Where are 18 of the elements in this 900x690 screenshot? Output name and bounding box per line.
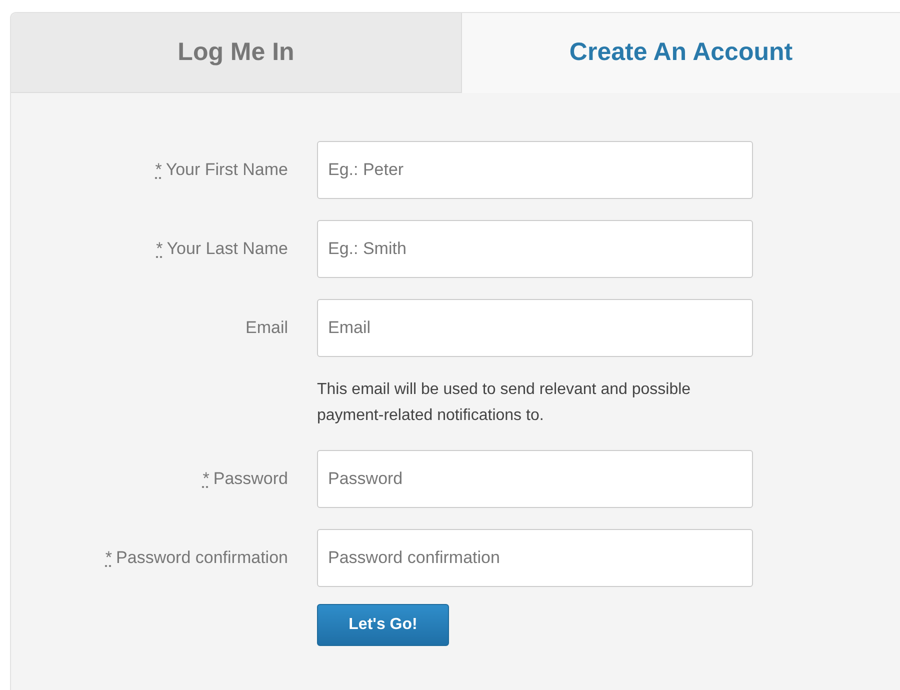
required-mark: *: [156, 239, 163, 259]
help-text: This email will be used to send relevant and possible payment-related notifications to.: [317, 380, 692, 426]
tab[interactable]: Log Me In: [11, 13, 462, 93]
required-mark: *: [105, 548, 112, 568]
submit-button[interactable]: Let's Go!: [317, 604, 449, 646]
required-mark: *: [202, 469, 210, 489]
field-label: Your First Name: [166, 160, 288, 180]
field-label: Email: [245, 318, 288, 338]
input-field[interactable]: Password confirmation: [317, 529, 753, 587]
input-field[interactable]: Password: [317, 450, 753, 508]
field-label: Password confirmation: [116, 548, 288, 568]
field-label: Password: [213, 469, 288, 489]
input-field[interactable]: Eg.: Smith: [317, 220, 753, 278]
input-field[interactable]: Email: [317, 299, 753, 357]
input-field[interactable]: Eg.: Peter: [317, 141, 753, 199]
tab[interactable]: Create An Account: [462, 13, 900, 93]
required-mark: *: [155, 160, 162, 180]
field-label: Your Last Name: [166, 239, 288, 259]
